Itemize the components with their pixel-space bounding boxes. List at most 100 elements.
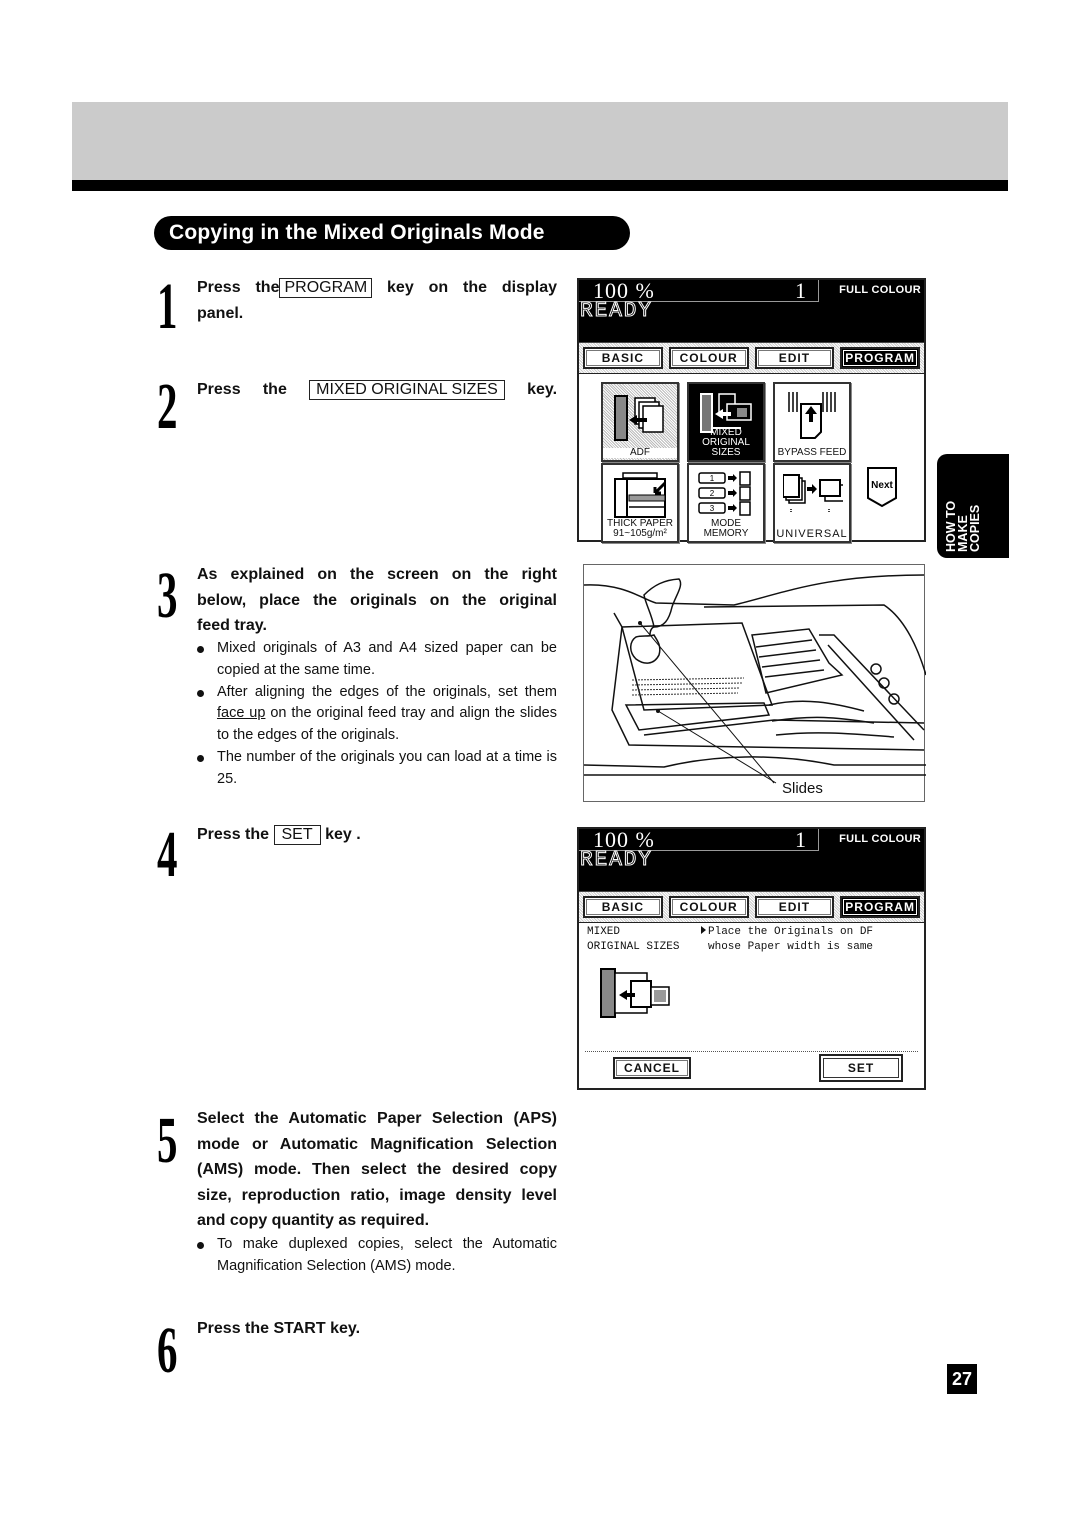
step-number-4: 4 [157,818,178,891]
step-1-text: Press the PROGRAM key on the display pane… [197,275,557,326]
function-name-line: ORIGINAL SIZES [587,941,680,953]
next-label: Next [871,480,893,491]
originals-on-feed-tray-image [583,574,927,784]
adf-label: ADF [603,448,677,458]
mixed-original-sizes-button[interactable]: MIXED ORIGINAL SIZES [687,382,765,462]
bullet-item: After aligning the edges of the original… [197,682,557,747]
pointer-arrow-icon [701,926,706,934]
page-number: 27 [947,1364,977,1394]
colour-mode: FULL COLOUR [839,284,921,296]
step-5-line-5: and copy quantity as required. [197,1212,430,1229]
cancel-button[interactable]: CANCEL [613,1057,691,1079]
step-3-text: As explained on the screen on the right … [197,562,557,639]
chapter-tab-label: HOW TO MAKE COPIES [944,500,982,552]
control-panel-screen-program: 100 % 1 FULL COLOUR READY BASIC COLOUR E… [577,278,926,543]
header-rule [72,180,1008,191]
mixed-sizes-setting: MIXED ORIGINAL SIZES Place the Originals… [579,922,924,1088]
status-area: 100 % 1 FULL COLOUR READY [579,827,924,891]
message-line: whose Paper width is same [708,941,874,953]
step-6-text: Press the START key. [197,1320,361,1337]
thick-paper-label: THICK PAPER 91~105g/m² [603,519,677,539]
mixed-original-sizes-key-label: MIXED ORIGINAL SIZES [309,380,505,400]
thick-paper-icon [614,472,667,518]
step-3-bullets: Mixed originals of A3 and A4 sized paper… [197,638,557,791]
message-line: Place the Originals on DF [708,926,874,938]
mode-memory-label: MODE MEMORY [703,518,749,539]
feed-tray-illustration [583,564,927,802]
svg-text:2: 2 [710,489,715,498]
section-title: Copying in the Mixed Originals Mode [154,216,630,250]
status-area: 100 % 1 FULL COLOUR READY [579,278,924,342]
divider [585,1051,918,1052]
step-4-prefix: Press the [197,826,270,843]
bypass-feed-button[interactable]: BYPASS FEED [773,382,851,462]
header-band [72,102,1008,180]
status-text: READY [579,300,654,324]
mode-memory-button[interactable]: 1 2 3 MODE MEMORY [687,463,765,543]
step-number-2: 2 [157,370,178,443]
step-5-line-4: size, reproduction ratio, image density … [197,1186,557,1204]
colour-mode: FULL COLOUR [839,833,921,845]
step-number-5: 5 [157,1104,178,1177]
bullet-dot-icon [197,646,204,653]
next-page-icon: Next [867,467,897,508]
step-2-prefix: Press the [197,381,287,398]
function-name: MIXED ORIGINAL SIZES [587,925,679,955]
step-5-line-2: mode or Automatic Magnification Selectio… [197,1135,557,1153]
adf-button[interactable]: ADF [601,382,679,462]
bullet-text: on the original feed tray and align the … [217,705,557,744]
step-number-1: 1 [157,270,178,343]
step-5-line-3: (AMS) mode. Then select the desired copy [197,1161,557,1178]
tab-program[interactable]: PROGRAM [840,347,920,369]
bullet-item: Mixed originals of A3 and A4 sized paper… [197,638,557,682]
tab-edit[interactable]: EDIT [754,896,835,918]
set-button[interactable]: SET [819,1054,903,1082]
mixed-original-sizes-label: MIXED ORIGINAL SIZES [689,428,763,458]
tab-colour[interactable]: COLOUR [668,896,749,918]
step-number-3: 3 [157,559,178,632]
instruction-message: Place the Originals on DF whose Paper wi… [701,925,873,955]
tab-basic[interactable]: BASIC [583,347,663,369]
control-panel-screen-mixed-sizes: 100 % 1 FULL COLOUR READY BASIC COLOUR E… [577,827,926,1090]
bullet-text: After aligning the edges of the original… [217,683,557,700]
step-3-line-1: As explained on the screen on the right [197,566,557,583]
tab-colour[interactable]: COLOUR [668,347,749,369]
thick-paper-button[interactable]: THICK PAPER 91~105g/m² [601,463,679,543]
bullet-text: The number of the originals you can load… [217,748,557,787]
step-5-text: Select the Automatic Paper Selection (AP… [197,1106,557,1234]
step-2-suffix: key. [527,381,558,398]
bullet-dot-icon [197,689,204,697]
step-3-line-2: below, place the originals on the origin… [197,591,557,609]
step-5-bullets: To make duplexed copies, select the Auto… [197,1234,557,1278]
bypass-feed-label: BYPASS FEED [777,447,847,458]
program-key-label: PROGRAM [279,278,373,298]
mixed-sizes-icon [600,968,670,1018]
status-text: READY [579,849,654,873]
bypass-feed-icon [788,392,836,439]
universal-icon [783,474,843,513]
tab-edit[interactable]: EDIT [754,347,835,369]
step-1-line-2: panel. [197,304,244,322]
step-4-text: Press the SET key . [197,822,417,848]
set-key-label: SET [273,825,321,845]
step-number-6: 6 [157,1314,178,1387]
next-button[interactable]: Next [866,466,899,508]
bullet-dot-icon [197,754,204,762]
adf-icon [614,395,664,441]
step-3-line-3: feed tray. [197,617,267,634]
bullet-item: The number of the originals you can load… [197,747,557,791]
step-5-line-1: Select the Automatic Paper Selection (AP… [197,1110,557,1127]
universal-button[interactable]: UNIVERSAL [773,463,851,543]
copy-count: 1 [795,278,806,303]
function-name-line: MIXED [587,926,621,938]
function-tabs: BASIC COLOUR EDIT PROGRAM [579,891,924,922]
step-4-suffix: key . [325,826,361,843]
tab-basic[interactable]: BASIC [583,896,663,918]
face-up-emphasis: face up [217,705,266,722]
tile-label-line: 91~105g/m² [613,528,667,539]
tile-label-line: ORIGINAL SIZES [702,437,750,458]
step-1-prefix: Press the [197,279,280,296]
slides-callout-label: Slides [782,780,823,797]
tab-program[interactable]: PROGRAM [840,896,920,918]
bullet-dot-icon [197,1242,204,1249]
